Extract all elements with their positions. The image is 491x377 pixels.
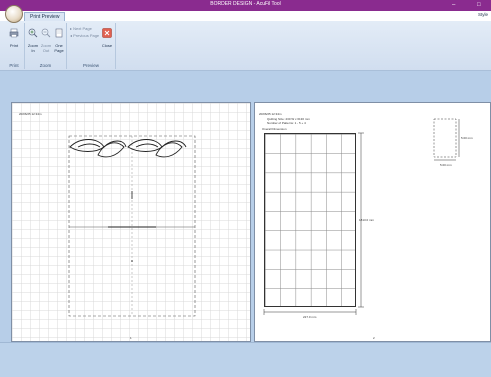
application-menu-button[interactable] xyxy=(5,5,23,23)
zoom-in-label: Zoom In xyxy=(27,43,39,53)
next-page-button[interactable]: ▸ Next Page xyxy=(70,26,92,32)
print-label: Print xyxy=(9,43,19,48)
previous-page-icon: ◂ xyxy=(70,33,73,38)
close-preview-button[interactable]: Close xyxy=(100,25,114,48)
dimension-lines xyxy=(263,118,460,315)
maximize-button[interactable]: □ xyxy=(477,1,481,9)
page-number-left: 1 xyxy=(130,336,132,340)
tab-row xyxy=(0,11,491,21)
zoom-out-label: Zoom Out xyxy=(40,43,52,53)
one-page-label: One Page xyxy=(54,43,64,53)
zoom-in-icon xyxy=(28,28,38,38)
minimize-button[interactable]: – xyxy=(452,1,455,9)
small-width-label: 5.00 mm xyxy=(440,163,452,167)
height-dimension-label: 1813.0 mm xyxy=(359,218,375,222)
zoom-out-icon xyxy=(41,28,51,38)
page-number-right: 2 xyxy=(373,336,375,340)
preview-page-left: 20/06/25 12:34m 1 xyxy=(11,102,251,342)
zoom-in-button[interactable]: Zoom In xyxy=(26,25,40,53)
preview-area[interactable]: 20/06/25 12:34m 1 20/06/25 12:34m Quilti xyxy=(0,101,491,342)
preview-page-right: 20/06/25 12:34m Quilting Size: 230 W x 6… xyxy=(254,102,491,342)
ribbon-group-print: Print Print xyxy=(4,23,25,69)
ribbon-group-preview: ▸ Next Page ◂ Previous Page Close Previe… xyxy=(67,23,116,69)
printer-icon xyxy=(9,28,19,38)
window-title: BORDER DESIGN - AcuFil Tool xyxy=(210,1,281,7)
next-page-label: Next Page xyxy=(73,26,92,31)
close-icon xyxy=(102,28,112,38)
small-height-label: 5.00 mm xyxy=(461,136,473,140)
border-design-drawing xyxy=(68,135,196,317)
ribbon-group-zoom: Zoom In Zoom Out One Page Zoom xyxy=(25,23,67,69)
ribbon: Print Print Zoom In Zoom Out One Page Zo… xyxy=(0,21,491,71)
previous-page-label: Previous Page xyxy=(73,33,100,38)
print-group-label: Print xyxy=(9,63,19,68)
width-dimension-label: 227.0 mm xyxy=(303,315,317,319)
print-button[interactable]: Print xyxy=(7,25,21,48)
preview-top-margin xyxy=(0,71,491,101)
preview-group-label: Preview xyxy=(82,63,99,68)
previous-page-button[interactable]: ◂ Previous Page xyxy=(70,33,99,39)
close-label: Close xyxy=(101,43,113,48)
one-page-button[interactable]: One Page xyxy=(52,25,66,53)
one-page-icon xyxy=(55,28,63,38)
status-bar xyxy=(0,342,491,377)
title-bar: BORDER DESIGN - AcuFil Tool – □ xyxy=(0,0,491,11)
zoom-out-button[interactable]: Zoom Out xyxy=(39,25,53,53)
style-menu[interactable]: Style xyxy=(478,12,488,17)
next-page-icon: ▸ xyxy=(70,26,73,31)
leaf-motif xyxy=(69,139,187,158)
zoom-group-label: Zoom xyxy=(39,63,52,68)
